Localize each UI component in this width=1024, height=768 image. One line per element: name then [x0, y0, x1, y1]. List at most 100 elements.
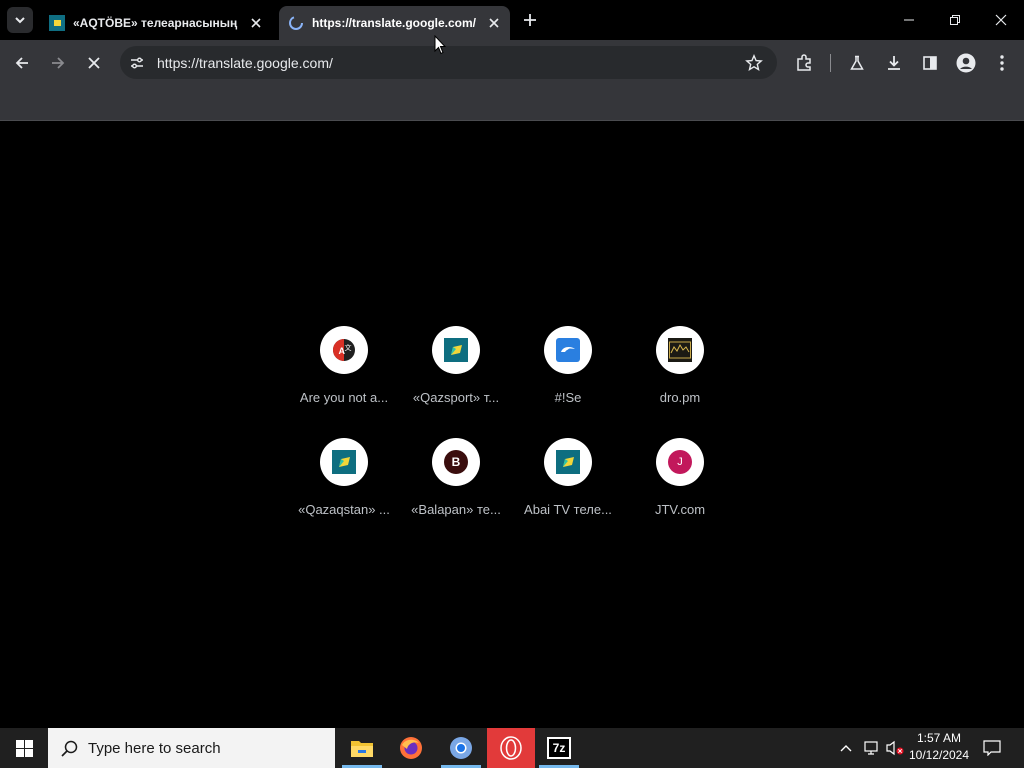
tile-icon-bg: B [432, 438, 480, 486]
shortcut-tile[interactable]: «Qazsport» т... [400, 324, 512, 424]
minimize-icon [904, 19, 914, 21]
shortcut-tile[interactable]: B «Balapan» те... [400, 436, 512, 536]
forward-icon [52, 57, 65, 69]
abai-tv-icon [556, 450, 580, 474]
restore-icon [950, 15, 960, 25]
network-button[interactable] [860, 728, 884, 768]
bookmarks-bar [0, 85, 1024, 121]
tab-close-icon[interactable] [248, 15, 264, 31]
shortcut-label: «Qazsport» т... [412, 390, 500, 405]
shortcut-label: Are you not a... [299, 390, 389, 405]
toolbar-divider [830, 54, 831, 72]
tile-icon-bg: A文 [320, 326, 368, 374]
restore-button[interactable] [932, 0, 978, 40]
chevron-down-icon [15, 17, 25, 24]
extensions-icon [797, 54, 811, 71]
tile-icon-bg [656, 326, 704, 374]
back-icon [15, 57, 28, 69]
shortcut-tile[interactable]: «Qazaqstan» ... [288, 436, 400, 536]
menu-button[interactable] [988, 49, 1016, 77]
loading-spinner-icon [88, 57, 100, 69]
labs-icon [850, 55, 864, 70]
letter-j-icon: J [668, 450, 692, 474]
shortcut-tile[interactable]: J JTV.com [624, 436, 736, 536]
shortcut-tile[interactable]: dro.pm [624, 324, 736, 424]
file-explorer-icon [351, 741, 373, 757]
clock-date: 10/12/2024 [908, 748, 970, 762]
system-clock[interactable]: 1:57 AM 10/12/2024 [900, 730, 978, 766]
google-translate-icon: A文 [333, 339, 355, 361]
shortcut-label: JTV.com [654, 502, 706, 517]
shortcut-tile[interactable]: Abai TV теле... [512, 436, 624, 536]
taskbar-app-opera[interactable] [487, 728, 535, 768]
shortcut-label: dro.pm [659, 390, 701, 405]
tab-close-icon[interactable] [486, 15, 502, 31]
address-url: https://translate.google.com/ [157, 55, 333, 71]
loading-globe-icon [288, 15, 304, 31]
chrome-icon [450, 737, 472, 759]
stop-loading-button[interactable] [80, 49, 108, 77]
taskbar-app-firefox[interactable] [387, 728, 435, 768]
tile-icon-bg: J [656, 438, 704, 486]
forward-button[interactable] [44, 49, 72, 77]
shortcut-tile[interactable]: #!Se [512, 324, 624, 424]
minimize-button[interactable] [886, 0, 932, 40]
tab-aqtobe[interactable]: «AQTÖBE» телеарнасының ре [40, 6, 272, 40]
mouse-cursor-icon [434, 35, 446, 55]
firefox-icon [400, 737, 422, 759]
taskbar-app-chrome[interactable] [437, 728, 485, 768]
search-placeholder: Type here to search [88, 739, 221, 757]
shortcut-label: #!Se [554, 390, 582, 405]
opera-icon [500, 736, 522, 760]
labs-button[interactable] [843, 49, 871, 77]
search-icon [61, 740, 78, 757]
downloads-button[interactable] [880, 49, 908, 77]
side-panel-icon [923, 56, 937, 70]
site-info-button[interactable] [123, 49, 151, 77]
network-icon [864, 741, 878, 755]
tile-icon-bg [544, 326, 592, 374]
aqtobe-favicon [49, 15, 65, 31]
tab-title: https://translate.google.com/ [312, 16, 477, 30]
qazsport-icon [444, 338, 468, 362]
back-button[interactable] [8, 49, 36, 77]
show-hidden-icons-button[interactable] [836, 728, 856, 768]
svg-text:文: 文 [345, 343, 352, 352]
dro-icon [668, 338, 692, 362]
start-button[interactable] [0, 728, 48, 768]
7zip-icon: 7z [547, 737, 571, 759]
tile-icon-bg [432, 326, 480, 374]
taskbar-search[interactable]: Type here to search [48, 728, 335, 768]
notification-icon [983, 740, 1001, 756]
close-window-button[interactable] [978, 0, 1024, 40]
close-icon [995, 14, 1007, 26]
tab-search-button[interactable] [7, 7, 33, 33]
blue-swirl-icon [556, 338, 580, 362]
side-panel-button[interactable] [916, 49, 944, 77]
profile-icon [956, 53, 976, 73]
clock-time: 1:57 AM [916, 731, 962, 745]
menu-icon [1000, 55, 1004, 71]
windows-logo-icon [15, 739, 33, 757]
letter-b-icon: B [444, 450, 468, 474]
shortcut-label: «Balapan» те... [411, 502, 501, 517]
tab-title: «AQTÖBE» телеарнасының ре [73, 16, 240, 30]
taskbar-app-file-explorer[interactable] [338, 728, 386, 768]
shortcut-label: «Qazaqstan» ... [298, 502, 390, 517]
taskbar-app-7zip[interactable]: 7z [535, 728, 583, 768]
site-info-icon [131, 57, 143, 69]
shortcut-label: Abai TV теле... [524, 502, 612, 517]
tab-translate[interactable]: https://translate.google.com/ [279, 6, 510, 40]
bookmark-button[interactable] [740, 49, 768, 77]
tile-icon-bg [320, 438, 368, 486]
tile-icon-bg [544, 438, 592, 486]
notifications-button[interactable] [978, 728, 1006, 768]
bookmark-star-icon [745, 54, 763, 71]
plus-icon [524, 14, 536, 26]
extensions-button[interactable] [790, 49, 818, 77]
profile-button[interactable] [952, 49, 980, 77]
download-icon [888, 56, 900, 70]
new-tab-button[interactable] [519, 9, 541, 31]
shortcut-tile[interactable]: A文 Are you not a... [288, 324, 400, 424]
qazaqstan-icon [332, 450, 356, 474]
